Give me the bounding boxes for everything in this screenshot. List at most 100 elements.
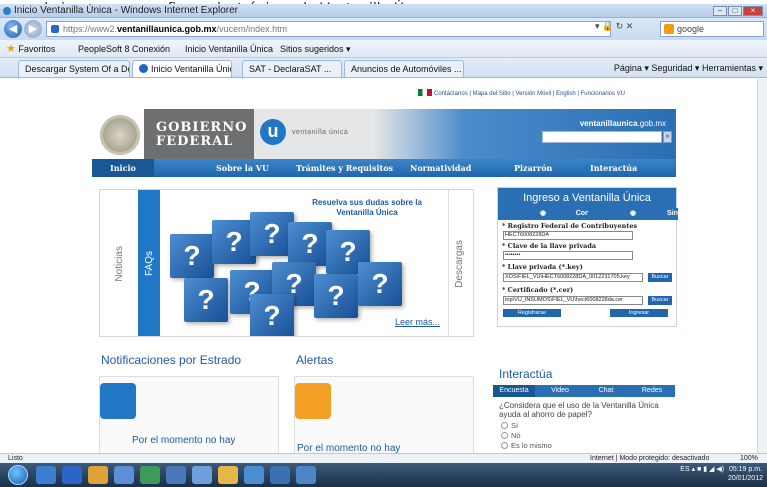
rfc-label: * Registro Federal de Contribuyentes	[502, 222, 638, 230]
tray-date: 20/01/2012	[727, 475, 763, 482]
tab-sat[interactable]: SAT - DeclaraSAT ...	[242, 60, 342, 77]
site-search-button[interactable]: »	[663, 131, 672, 143]
window-controls: – □ ×	[713, 6, 763, 16]
taskbar-excel-icon[interactable]	[140, 466, 160, 484]
option-no[interactable]: No	[501, 431, 521, 440]
menu-pizarron[interactable]: Pizarrón	[514, 159, 552, 177]
search-placeholder: google	[677, 24, 705, 34]
tray-time: 05:19 p.m.	[728, 466, 763, 473]
tab-noticias[interactable]: Noticias	[108, 190, 130, 336]
taskbar-app-icon[interactable]	[270, 466, 290, 484]
tab-con-fiel[interactable]: ◉ Con FIEL	[498, 208, 606, 220]
fiel-tabs: ◉ Con FIEL ◉ Sin FIEL	[498, 208, 695, 220]
star-icon: ★	[6, 43, 16, 55]
tab-anuncios[interactable]: Anuncios de Automóviles ...	[344, 60, 464, 77]
fav-item-ventanilla[interactable]: Inicio Ventanilla Única	[185, 40, 273, 58]
forward-button[interactable]: ▶	[24, 20, 42, 38]
menu-normatividad[interactable]: Normatividad	[410, 159, 471, 177]
taskbar-app-icon[interactable]	[296, 466, 316, 484]
login-panel: Ingreso a Ventanilla Única ◉ Con FIEL ◉ …	[497, 187, 695, 327]
buscar-key-button[interactable]: Buscar	[648, 273, 672, 282]
site-search-input[interactable]	[542, 131, 662, 143]
url-prefix: https://www2.	[63, 24, 118, 34]
taskbar-app-icon[interactable]	[114, 466, 134, 484]
mexico-seal-icon	[100, 115, 140, 155]
menu-sobre-vu[interactable]: Sobre la VU	[216, 159, 269, 177]
tab-faqs[interactable]: FAQs	[138, 190, 160, 336]
top-links[interactable]: Contáctanos | Mapa del Sitio | Versión M…	[418, 89, 625, 97]
tray-language: ES	[680, 466, 690, 473]
site-domain: ventanillaunica.gob.mx	[579, 119, 666, 128]
command-bar[interactable]: Página ▾ Seguridad ▾ Herramientas ▾	[614, 58, 763, 78]
taskbar-app-icon[interactable]	[166, 466, 186, 484]
faq-banner[interactable]: Noticias FAQs Descargas ? ? ? ? ? ? ? ? …	[99, 189, 474, 337]
key-file-input[interactable]: XOS\FIEL_VU\HECT6008228DA_0012231705.key	[503, 273, 643, 282]
url-input[interactable]: https://www2.ventanillaunica.gob.mx/vuce…	[46, 21, 611, 37]
taskbar-app-icon[interactable]	[244, 466, 264, 484]
alertas-body: Por el momento no hay	[297, 443, 401, 453]
tab-sin-fiel[interactable]: ◉ Sin FIEL	[588, 208, 695, 220]
tab-descargas[interactable]: Descargas	[448, 190, 470, 336]
taskbar-app-icon[interactable]	[192, 466, 212, 484]
interactua-title: Interactúa	[499, 367, 553, 381]
tab-video[interactable]: Video	[539, 385, 581, 397]
favorites-bar: ★ Favoritos PeopleSoft 8 Conexión Inicio…	[0, 40, 767, 58]
question-cube-icon: ?	[358, 262, 402, 306]
banner-headline: Resuelva sus dudas sobre la Ventanilla Ú…	[312, 198, 422, 217]
interactua-tabs: Encuesta Video Chat Redes	[493, 385, 675, 397]
window-titlebar: Inicio Ventanilla Única - Windows Intern…	[0, 4, 767, 18]
registrarse-button[interactable]: Registrarse	[503, 309, 561, 317]
tab-chat[interactable]: Chat	[585, 385, 627, 397]
search-input[interactable]: google	[660, 21, 764, 37]
alertas-title: Alertas	[296, 353, 334, 367]
gobierno-federal-logo[interactable]: GOBIERNO FEDERAL	[144, 109, 254, 159]
question-cube-icon: ?	[250, 294, 294, 336]
alertas-box: Por el momento no hay	[294, 376, 474, 453]
search-provider-icon	[664, 24, 674, 34]
tab-ventanilla[interactable]: Inicio Ventanilla Única	[132, 60, 232, 77]
option-es-lo-mismo[interactable]: Es lo mismo	[501, 441, 552, 450]
ingresar-button[interactable]: Ingresar	[610, 309, 668, 317]
page-content: Contáctanos | Mapa del Sitio | Versión M…	[0, 79, 767, 453]
tab-descargar[interactable]: Descargar System Of a Do...	[18, 60, 130, 77]
favorites-button[interactable]: ★ Favoritos	[6, 40, 55, 58]
tab-favicon	[139, 64, 148, 73]
back-button[interactable]: ◀	[4, 20, 22, 38]
read-more-link[interactable]: Leer más...	[395, 317, 440, 327]
menu-interactua[interactable]: Interactúa	[590, 159, 637, 177]
maximize-button[interactable]: □	[728, 6, 742, 16]
menu-inicio[interactable]: Inicio	[92, 159, 154, 177]
menu-tramites[interactable]: Trámites y Requisitos	[296, 159, 393, 177]
clave-input[interactable]: ••••••••	[503, 251, 633, 260]
taskbar-app-icon[interactable]	[218, 466, 238, 484]
start-button[interactable]	[8, 465, 28, 485]
taskbar-firefox-icon[interactable]	[62, 466, 82, 484]
url-path: /vucem/index.htm	[216, 24, 288, 34]
url-tools[interactable]: ▾ 🔒 ↻ ✕	[595, 21, 633, 32]
notificaciones-title: Notificaciones por Estrado	[101, 353, 242, 367]
notificaciones-body: Por el momento no hay	[132, 435, 236, 446]
fav-item-sitios[interactable]: Sitios sugeridos ▾	[280, 40, 351, 58]
vu-logo[interactable]: u ventanilla única	[254, 109, 374, 159]
question-cube-icon: ?	[184, 278, 228, 322]
cer-file-input[interactable]: top\VU_INSUMOS\FIEL_VU\hect6008228da.cer	[503, 296, 643, 305]
taskbar-folder-icon[interactable]	[88, 466, 108, 484]
minimize-button[interactable]: –	[713, 6, 727, 16]
question-cube-icon: ?	[170, 234, 214, 278]
rfc-input[interactable]: HECT6008228DA	[503, 231, 633, 240]
close-button[interactable]: ×	[743, 6, 763, 16]
taskbar-ie-icon[interactable]	[36, 466, 56, 484]
tab-redes[interactable]: Redes	[631, 385, 673, 397]
status-bar: Listo Internet | Modo protegido: desacti…	[0, 453, 767, 463]
login-title: Ingreso a Ventanilla Única	[498, 188, 676, 208]
tab-bar: Descargar System Of a Do... Inicio Venta…	[0, 58, 767, 78]
system-tray[interactable]: ES ▴ ■ ▮ ◢ ◀) 05:19 p.m. 20/01/2012	[680, 465, 763, 483]
tab-encuesta[interactable]: Encuesta	[493, 385, 535, 397]
vertical-scrollbar[interactable]	[757, 79, 767, 453]
buscar-cer-button[interactable]: Buscar	[648, 296, 672, 305]
notification-icon	[100, 383, 136, 419]
question-cube-icon: ?	[314, 274, 358, 318]
mexico-flag-icon	[418, 89, 432, 96]
option-si[interactable]: Sí	[501, 421, 518, 430]
fav-item-peoplesoft[interactable]: PeopleSoft 8 Conexión	[78, 40, 170, 58]
